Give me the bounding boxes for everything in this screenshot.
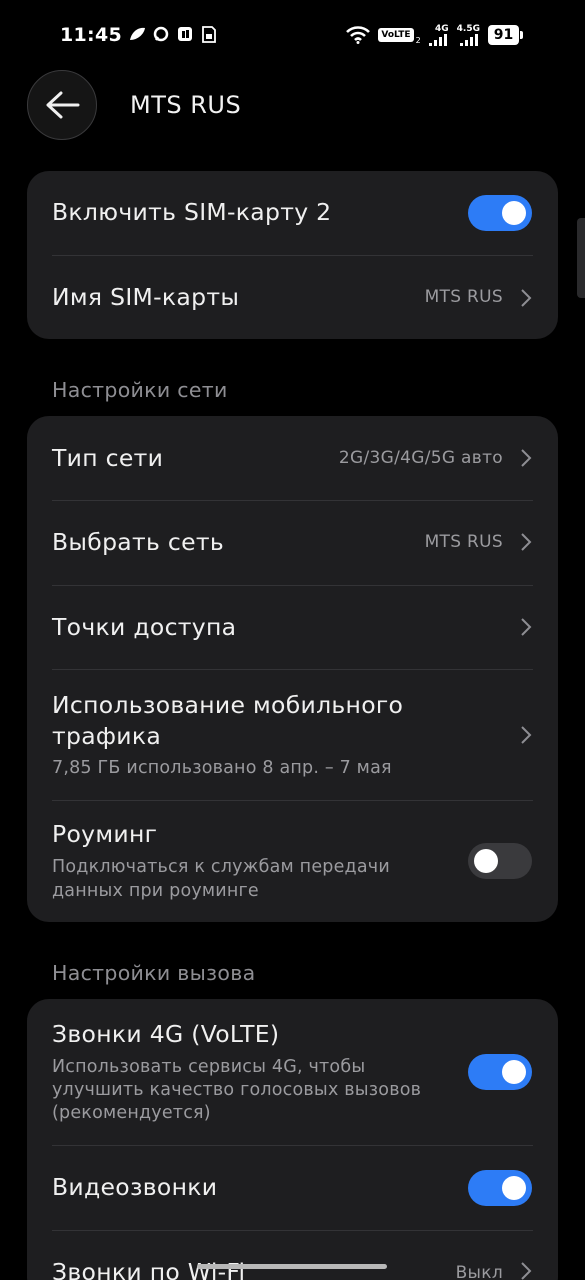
scrollbar[interactable] [577,218,585,298]
status-right: VoLTE 2 4G 4.5G 91 [346,23,523,46]
sim-name-label: Имя SIM-карты [52,283,240,311]
sim-name-row[interactable]: Имя SIM-карты MTS RUS [27,256,558,339]
data-usage-label-line1: Использование мобильного [52,691,404,719]
enable-sim-toggle[interactable] [468,195,532,231]
clock: 11:45 [60,24,122,46]
sim-name-value: MTS RUS [424,287,503,307]
volte-sub-line3: (рекомендуется) [52,1103,211,1123]
chevron-right-icon [521,726,532,744]
volte-sub-line1: Использовать сервисы 4G, чтобы [52,1057,366,1077]
roaming-row[interactable]: Роуминг Подключаться к службам передачи … [27,801,558,922]
signal-1-icon [428,33,447,46]
app-notification-icon [176,26,194,44]
toggle-knob [502,1176,526,1200]
network-2-block: 4.5G [456,23,480,46]
volte-row[interactable]: Звонки 4G (VoLTE) Использовать сервисы 4… [27,999,558,1145]
network-1-label: 4G [435,23,449,34]
battery-tip [520,31,523,39]
access-points-row[interactable]: Точки доступа [27,586,558,669]
sim-notification-icon [200,26,218,44]
network-2-label: 4.5G [456,23,480,34]
volte-badge: VoLTE [378,28,414,42]
select-network-label: Выбрать сеть [52,528,225,556]
header: MTS RUS [0,70,585,142]
video-calls-label: Видеозвонки [52,1173,218,1201]
enable-sim-row[interactable]: Включить SIM-карту 2 [27,171,558,255]
sim-index-label: 2 [415,35,421,45]
network-type-label: Тип сети [52,444,164,472]
roaming-sub-line2: данных при роуминге [52,881,259,901]
access-points-label: Точки доступа [52,613,237,641]
wifi-calls-value: Выкл [455,1263,503,1280]
data-usage-row[interactable]: Использование мобильного трафика 7,85 ГБ… [27,670,558,800]
enable-sim-label: Включить SIM-карту 2 [52,198,332,226]
volte-toggle[interactable] [468,1054,532,1090]
screen: 11:45 VoLTE 2 4G 4.5G 91 MTS RUS Включит… [0,0,585,1280]
chevron-right-icon [521,618,532,636]
status-left: 11:45 [60,24,218,46]
chat-notification-icon [152,26,170,44]
toggle-knob [502,1060,526,1084]
wifi-calls-row[interactable]: Звонки по Wi-Fi Выкл [27,1231,558,1280]
roaming-label: Роуминг [52,820,158,848]
page-title: MTS RUS [130,91,242,119]
leaf-notification-icon [128,26,146,44]
select-network-value: MTS RUS [424,532,503,552]
signal-2-icon [460,33,478,46]
data-usage-label-line2: трафика [52,722,162,750]
toggle-knob [474,849,498,873]
back-arrow-icon [46,91,80,119]
network-type-value: 2G/3G/4G/5G авто [338,448,503,468]
status-bar: 11:45 VoLTE 2 4G 4.5G 91 [0,0,585,70]
volte-sub-line2: улучшить качество голосовых вызовов [52,1080,422,1100]
video-calls-row[interactable]: Видеозвонки [27,1146,558,1230]
call-settings-header: Настройки вызова [52,961,256,985]
select-network-row[interactable]: Выбрать сеть MTS RUS [27,501,558,585]
network-settings-group: Тип сети 2G/3G/4G/5G авто Выбрать сеть M… [27,416,558,922]
chevron-right-icon [521,449,532,467]
battery-level: 91 [488,25,519,45]
video-calls-toggle[interactable] [468,1170,532,1206]
chevron-right-icon [521,533,532,551]
battery-icon: 91 [488,25,523,45]
volte-label: Звонки 4G (VoLTE) [52,1020,280,1048]
home-indicator[interactable] [197,1264,387,1269]
back-button[interactable] [27,70,97,140]
roaming-sub-line1: Подключаться к службам передачи [52,857,390,877]
chevron-right-icon [521,289,532,307]
call-settings-group: Звонки 4G (VoLTE) Использовать сервисы 4… [27,999,558,1280]
wifi-icon [346,26,371,44]
chevron-right-icon [521,1262,532,1280]
sim-card-group: Включить SIM-карту 2 Имя SIM-карты MTS R… [27,171,558,339]
network-settings-header: Настройки сети [52,378,228,402]
network-type-row[interactable]: Тип сети 2G/3G/4G/5G авто [27,416,558,500]
toggle-knob [502,201,526,225]
network-1-block: 4G [428,23,449,46]
roaming-toggle[interactable] [468,843,532,879]
data-usage-sub: 7,85 ГБ использовано 8 апр. – 7 мая [52,758,392,778]
